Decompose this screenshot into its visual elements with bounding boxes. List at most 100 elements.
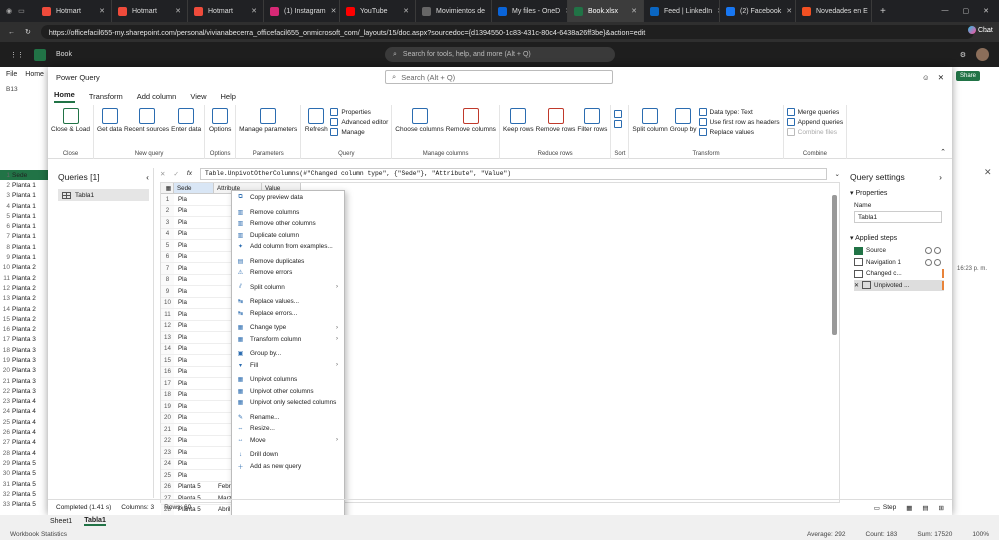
excel-row[interactable]: 5 Planta 1	[0, 211, 48, 221]
context-menu-item[interactable]: ↹ Replace errors...	[232, 308, 344, 320]
excel-row[interactable]: 31 Planta 5	[0, 479, 48, 489]
pq-search[interactable]: ⌕ Search (Alt + Q)	[385, 70, 613, 84]
tab-actions-icon[interactable]: ▭	[18, 7, 25, 15]
cell-sede[interactable]: Pla	[174, 206, 214, 217]
combine-files-button[interactable]: Combine files	[786, 128, 844, 136]
excel-row[interactable]: 29 Planta 5	[0, 458, 48, 468]
context-menu-item[interactable]: ▣ Group by...	[232, 348, 344, 360]
manage-button[interactable]: Manage	[330, 128, 388, 136]
excel-row[interactable]: 12 Planta 2	[0, 283, 48, 293]
excel-row[interactable]: 3 Planta 1	[0, 191, 48, 201]
excel-row[interactable]: 13 Planta 2	[0, 294, 48, 304]
cell-sede[interactable]: Pla	[174, 424, 214, 435]
context-menu-item[interactable]: ↓ Drill down	[232, 449, 344, 461]
properties-button[interactable]: Properties	[330, 108, 388, 116]
options-button[interactable]: Options	[208, 108, 232, 133]
cell-sede[interactable]: Pla	[174, 401, 214, 412]
choose-columns-button[interactable]: Choose columns	[395, 108, 444, 133]
excel-row[interactable]: 1 Sede	[0, 170, 48, 181]
context-menu-item[interactable]: ↔ Move ›	[232, 435, 344, 447]
step-view-button[interactable]: ▭ Step	[874, 504, 897, 512]
excel-row[interactable]: 28 Planta 4	[0, 448, 48, 458]
schema-view-icon[interactable]: ▤	[922, 504, 928, 512]
context-menu-item[interactable]: ✎ Rename...	[232, 412, 344, 424]
browser-tab[interactable]: My files - OneD✕	[492, 0, 568, 22]
feedback-smiley-icon[interactable]: ☺	[922, 73, 930, 82]
context-menu-item[interactable]: ▦ Unpivot only selected columns	[232, 397, 344, 409]
share-button[interactable]: Share	[956, 71, 981, 81]
right-close-icon[interactable]: ✕	[984, 167, 992, 178]
vertical-scrollbar[interactable]	[832, 195, 837, 335]
context-menu-item[interactable]: ▥ Duplicate column	[232, 230, 344, 242]
cell-sede[interactable]: Pla	[174, 309, 214, 320]
query-name-input[interactable]: Tabla1	[854, 211, 942, 223]
cell-sede[interactable]: Pla	[174, 240, 214, 251]
context-menu-item[interactable]: ⫽ Split column ›	[232, 282, 344, 294]
cell-sede[interactable]: Pla	[174, 413, 214, 424]
formula-input[interactable]: Table.UnpivotOtherColumns(#"Changed colu…	[199, 167, 827, 180]
minimize-icon[interactable]: —	[942, 7, 949, 15]
excel-row[interactable]: 17 Planta 3	[0, 335, 48, 345]
user-avatar[interactable]	[976, 48, 989, 61]
browser-tab[interactable]: Feed | LinkedIn✕	[644, 0, 720, 22]
zoom-level[interactable]: 100%	[972, 531, 989, 538]
excel-row[interactable]: 11 Planta 2	[0, 273, 48, 283]
browser-tab[interactable]: Hotmart ✕	[36, 0, 112, 22]
cell-sede[interactable]: Pla	[174, 229, 214, 240]
browser-tab[interactable]: YouTube ✕	[340, 0, 416, 22]
cell-sede[interactable]: Planta 5	[174, 482, 214, 493]
excel-row[interactable]: 14 Planta 2	[0, 304, 48, 314]
context-menu-item[interactable]: ▥ Remove columns	[232, 207, 344, 219]
pq-close-icon[interactable]: ✕	[938, 73, 944, 82]
data-type-button[interactable]: Data type: Text	[698, 108, 780, 116]
workbook-statistics[interactable]: Workbook Statistics	[10, 531, 67, 538]
context-menu-item[interactable]: ▦ Transform column ›	[232, 334, 344, 346]
excel-row[interactable]: 25 Planta 4	[0, 417, 48, 427]
settings-gear-icon[interactable]: ⚙	[960, 51, 966, 59]
excel-row[interactable]: 30 Planta 5	[0, 469, 48, 479]
url-field[interactable]: https://officefacil655-my.sharepoint.com…	[40, 25, 974, 39]
ribbon-collapse-icon[interactable]: ⌃	[934, 148, 952, 158]
sheet-tab-sheet1[interactable]: Sheet1	[50, 518, 72, 525]
column-header-sede[interactable]: Sede	[174, 183, 214, 193]
replace-values-button[interactable]: Replace values	[698, 128, 780, 136]
browser-tab[interactable]: Hotmart ✕	[188, 0, 264, 22]
remove-rows-button[interactable]: Remove rows	[536, 108, 575, 133]
expand-formula-icon[interactable]: ⌄	[835, 170, 840, 178]
back-icon[interactable]: ←	[8, 29, 15, 36]
group-by-button[interactable]: Group by	[670, 108, 697, 133]
context-menu-item[interactable]: ▤ Remove duplicates	[232, 256, 344, 268]
excel-row[interactable]: 6 Planta 1	[0, 221, 48, 231]
excel-row[interactable]: 20 Planta 3	[0, 366, 48, 376]
cell-sede[interactable]: Pla	[174, 298, 214, 309]
context-menu-item[interactable]: ▦ Change type ›	[232, 322, 344, 334]
diagram-view-icon[interactable]: ⊞	[939, 504, 944, 512]
get-data-button[interactable]: Get data	[97, 108, 122, 133]
recent-sources-button[interactable]: Recent sources	[124, 108, 169, 133]
excel-menu-home[interactable]: Home	[25, 71, 44, 78]
excel-row[interactable]: 18 Planta 3	[0, 345, 48, 355]
split-column-button[interactable]: Split column	[632, 108, 668, 133]
grid-view-icon[interactable]: ▦	[906, 504, 912, 512]
excel-row[interactable]: 22 Planta 3	[0, 386, 48, 396]
context-menu-item[interactable]: ⧉ Copy preview data	[232, 192, 344, 204]
cell-sede[interactable]: Pla	[174, 275, 214, 286]
properties-section[interactable]: ▾ Properties	[844, 186, 948, 200]
context-menu-item[interactable]: ＋ Add as new query	[232, 461, 344, 473]
cell-sede[interactable]: Pla	[174, 194, 214, 205]
context-menu-item[interactable]: ▥ Remove other columns	[232, 218, 344, 230]
tab-close-icon[interactable]: ✕	[331, 7, 337, 15]
tab-close-icon[interactable]: ✕	[403, 7, 409, 15]
cell-sede[interactable]: Pla	[174, 378, 214, 389]
sheet-tab-tabla1[interactable]: Tabla1	[84, 517, 106, 526]
profile-icon[interactable]: ◉	[6, 7, 12, 15]
excel-row[interactable]: 15 Planta 2	[0, 314, 48, 324]
applied-step[interactable]: ✕ Unpivoted ...	[854, 279, 944, 291]
window-close-icon[interactable]: ✕	[983, 7, 989, 15]
sort-ascending-button[interactable]	[614, 110, 623, 118]
cell-sede[interactable]: Pla	[174, 263, 214, 274]
cell-sede[interactable]: Pla	[174, 332, 214, 343]
cell-sede[interactable]: Pla	[174, 321, 214, 332]
pq-tab-transform[interactable]: Transform	[89, 92, 123, 101]
cell-sede[interactable]: Pla	[174, 390, 214, 401]
